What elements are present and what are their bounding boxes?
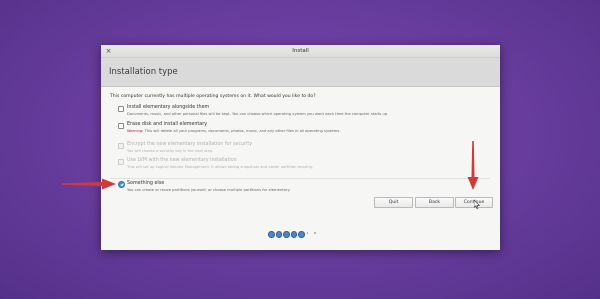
progress-dot-filled [268,231,275,238]
something-else-radio[interactable] [118,181,125,188]
arrow-shape [467,141,479,190]
warning-label: Warning: [127,129,144,133]
encrypt-checkbox [118,143,124,149]
title-bar: × Install [101,45,500,58]
option-label: Something else [127,181,165,186]
annotation-arrow-down [467,141,479,190]
progress-dot-empty [313,231,318,236]
option-label: Encrypt the new elementary installation … [127,142,253,147]
page-header: Installation type [101,58,500,87]
mouse-pointer-icon [474,200,480,209]
lvm-checkbox [118,159,124,165]
warning-text: This will delete all your programs, docu… [144,129,341,133]
option-description: You can create or resize partitions your… [127,188,291,192]
annotation-arrow-left [62,178,116,190]
divider [110,178,490,179]
installation-question: This computer currently has multiple ope… [110,94,316,99]
erase-disk-checkbox[interactable] [118,123,124,129]
progress-dot-empty [306,231,311,236]
installer-window: × Install Installation type This compute… [101,45,500,250]
option-label: Use LVM with the new elementary installa… [127,158,237,163]
progress-dot-filled [298,231,305,238]
option-label: Install elementary alongside them [127,105,210,110]
option-description: Warning: This will delete all your progr… [127,129,341,133]
install-alongside-checkbox[interactable] [118,106,124,112]
option-description: Documents, music, and other personal fil… [127,112,389,116]
progress-dot-filled [290,231,297,238]
arrow-shape [62,178,116,190]
option-description: This will set up Logical Volume Manageme… [127,165,314,169]
option-label: Erase disk and install elementary [127,122,208,127]
back-button[interactable]: Back [415,197,454,208]
window-title: Install [292,48,309,54]
progress-dot-filled [283,231,290,238]
page-title: Installation type [109,67,178,77]
progress-dot-filled [275,231,282,238]
quit-button[interactable]: Quit [374,197,413,208]
option-description: You will choose a security key in the ne… [127,149,214,153]
